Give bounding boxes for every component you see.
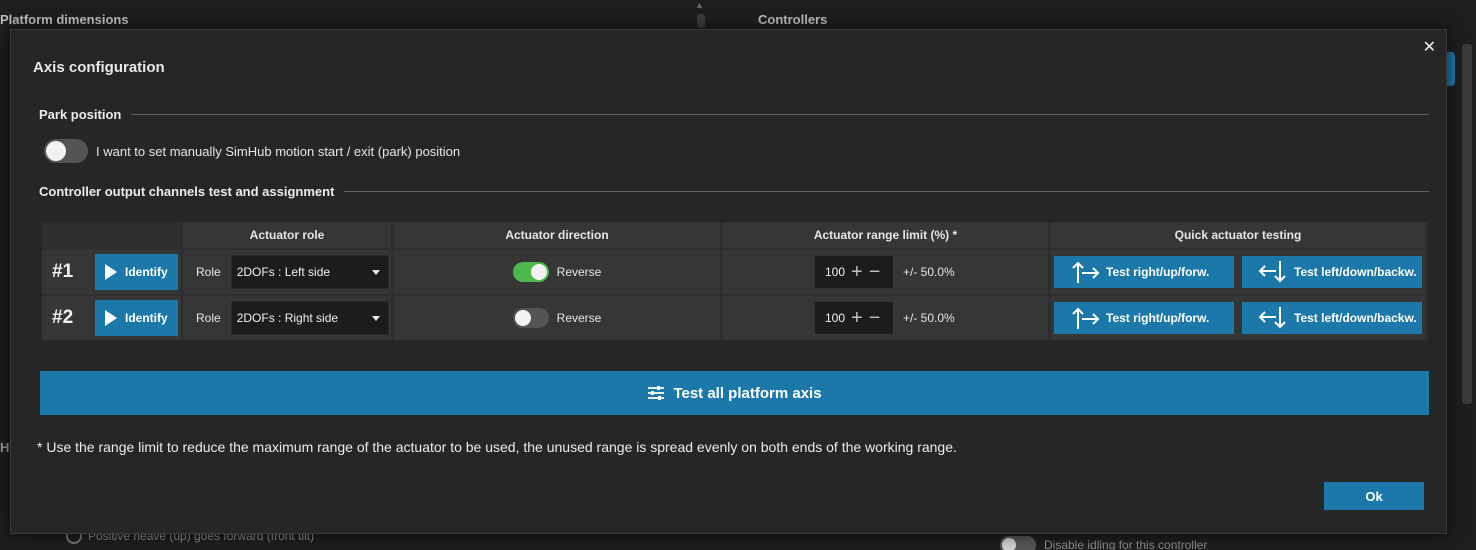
park-position-section: Park position (39, 107, 1429, 122)
row-number: #1 (52, 261, 74, 282)
axis-configuration-dialog: Axis configuration ✕ Park position I wan… (10, 29, 1447, 534)
bg-idling-option-label: Disable idling for this controller (1044, 538, 1208, 550)
test-forward-button[interactable]: Test right/up/forw. (1054, 256, 1234, 288)
identify-button[interactable]: Identify (95, 254, 178, 290)
chevron-down-icon (371, 315, 380, 321)
park-toggle-label: I want to set manually SimHub motion sta… (96, 143, 461, 159)
section-divider (344, 191, 1429, 192)
bg-scroll-up-icon[interactable]: ▲ (695, 0, 704, 10)
bg-scroll-thumb[interactable] (697, 14, 705, 28)
row-number: #2 (52, 307, 74, 328)
range-cell: 100 + − +/- 50.0% (723, 296, 1048, 340)
role-cell: Role 2DOFs : Right side (183, 296, 391, 340)
header-quick-testing: Quick actuator testing (1051, 222, 1425, 248)
play-icon (105, 310, 117, 326)
arrows-up-right-icon (1072, 261, 1100, 283)
test-forward-label: Test right/up/forw. (1106, 311, 1210, 325)
channels-section: Controller output channels test and assi… (39, 184, 1429, 199)
test-backward-label: Test left/down/backw. (1294, 265, 1417, 279)
range-percent-text: +/- 50.0% (903, 265, 955, 279)
bg-platform-dimensions-title: Platform dimensions (0, 12, 129, 27)
direction-cell: Reverse (394, 296, 720, 340)
sliders-icon (648, 386, 665, 400)
arrows-down-left-icon (1258, 261, 1286, 283)
row-index-cell: #1 Identify (42, 250, 181, 294)
toggle-knob (530, 264, 547, 280)
arrows-down-left-icon (1258, 307, 1286, 329)
bg-accent-button-edge[interactable] (1447, 52, 1455, 86)
test-all-axis-button[interactable]: Test all platform axis (40, 371, 1429, 415)
plus-icon[interactable]: + (851, 308, 863, 328)
section-divider (131, 114, 1429, 115)
minus-icon[interactable]: − (869, 308, 881, 328)
reverse-label: Reverse (556, 311, 602, 325)
reverse-toggle[interactable] (512, 308, 549, 328)
role-select-value: 2DOFs : Left side (236, 265, 331, 279)
range-stepper[interactable]: 100 + − (815, 302, 893, 334)
role-label: Role (196, 311, 221, 325)
role-select-value: 2DOFs : Right side (236, 311, 339, 325)
bg-right-scrollbar[interactable] (1462, 44, 1472, 404)
park-position-title: Park position (39, 107, 122, 122)
range-value[interactable]: 100 (825, 265, 845, 279)
park-position-toggle[interactable] (44, 139, 88, 163)
test-forward-label: Test right/up/forw. (1106, 265, 1210, 279)
bg-idling-option[interactable]: Disable idling for this controller (1000, 536, 1207, 550)
identify-label: Identify (125, 311, 168, 325)
test-forward-button[interactable]: Test right/up/forw. (1054, 302, 1234, 334)
bg-left-letter: H (0, 440, 10, 455)
range-cell: 100 + − +/- 50.0% (723, 250, 1048, 294)
range-footnote: * Use the range limit to reduce the maxi… (37, 439, 957, 455)
range-percent-text: +/- 50.0% (903, 311, 955, 325)
role-cell: Role 2DOFs : Left side (183, 250, 391, 294)
dialog-title: Axis configuration (33, 59, 165, 76)
role-select[interactable]: 2DOFs : Left side (230, 255, 389, 289)
plus-icon[interactable]: + (851, 262, 863, 282)
reverse-toggle[interactable] (512, 262, 549, 282)
toggle-knob (514, 310, 531, 326)
arrows-up-right-icon (1072, 307, 1100, 329)
channels-table: Actuator role Actuator direction Actuato… (42, 222, 1428, 340)
park-toggle-row: I want to set manually SimHub motion sta… (44, 139, 460, 163)
row-index-cell: #2 Identify (42, 296, 181, 340)
bg-controllers-title: Controllers (758, 12, 828, 27)
bg-idling-toggle[interactable] (1000, 536, 1036, 550)
close-icon[interactable]: ✕ (1423, 37, 1436, 57)
play-icon (105, 264, 117, 280)
reverse-label: Reverse (556, 265, 602, 279)
channels-title: Controller output channels test and assi… (39, 184, 335, 199)
identify-button[interactable]: Identify (95, 300, 178, 336)
toggle-knob (46, 141, 66, 161)
range-stepper[interactable]: 100 + − (815, 256, 893, 288)
direction-cell: Reverse (394, 250, 720, 294)
range-value[interactable]: 100 (825, 311, 845, 325)
role-select[interactable]: 2DOFs : Right side (230, 301, 389, 335)
test-backward-button[interactable]: Test left/down/backw. (1242, 256, 1422, 288)
test-all-label: Test all platform axis (673, 384, 822, 402)
test-backward-button[interactable]: Test left/down/backw. (1242, 302, 1422, 334)
ok-button[interactable]: Ok (1324, 482, 1424, 510)
header-actuator-direction: Actuator direction (394, 222, 720, 248)
quick-test-cell: Test right/up/forw. Test left/down/backw… (1051, 296, 1425, 340)
quick-test-cell: Test right/up/forw. Test left/down/backw… (1051, 250, 1425, 294)
test-backward-label: Test left/down/backw. (1294, 311, 1417, 325)
role-label: Role (196, 265, 221, 279)
identify-label: Identify (125, 265, 168, 279)
minus-icon[interactable]: − (869, 262, 881, 282)
chevron-down-icon (371, 269, 380, 275)
header-range-limit: Actuator range limit (%) * (723, 222, 1048, 248)
header-actuator-role: Actuator role (183, 222, 391, 248)
